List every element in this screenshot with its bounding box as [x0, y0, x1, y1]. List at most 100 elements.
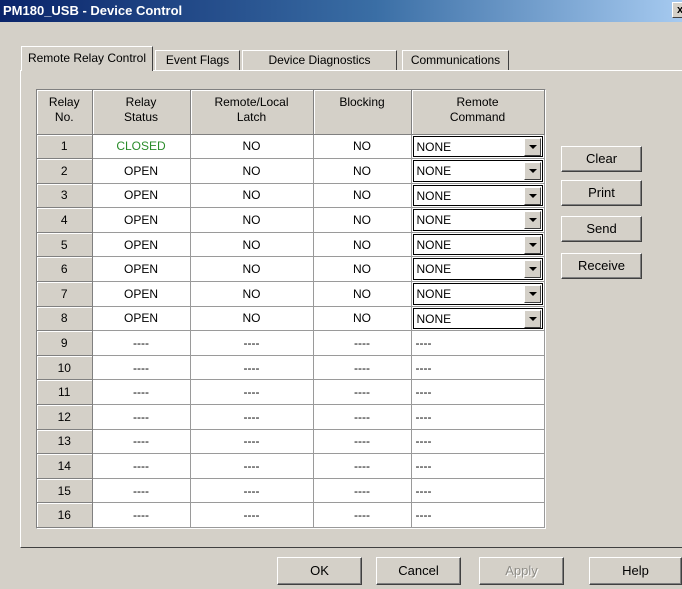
- remote-command-value: NONE: [416, 139, 452, 154]
- tab-device-diagnostics[interactable]: Device Diagnostics: [242, 50, 397, 70]
- latch-cell: ----: [190, 502, 314, 528]
- chevron-down-icon[interactable]: [523, 285, 541, 304]
- window-title-bar: PM180_USB - Device Control x: [0, 0, 682, 22]
- table-row: 10 ---- ---- ---- ----: [37, 355, 545, 381]
- remote-command-cell[interactable]: NONE: [411, 134, 545, 160]
- relay-status-cell: ----: [92, 404, 191, 430]
- cancel-button[interactable]: Cancel: [376, 557, 461, 585]
- blocking-cell: NO: [313, 232, 412, 258]
- remote-command-cell: ----: [411, 478, 545, 504]
- relay-number-cell: 6: [37, 256, 93, 283]
- remote-command-cell[interactable]: NONE: [411, 207, 545, 233]
- chevron-down-icon[interactable]: [523, 309, 541, 328]
- remote-command-value: NONE: [416, 188, 452, 203]
- relay-status-cell: OPEN: [92, 256, 191, 283]
- table-row: 12 ---- ---- ---- ----: [37, 404, 545, 430]
- latch-cell: ----: [190, 355, 314, 381]
- remote-command-select[interactable]: NONE: [412, 160, 543, 182]
- table-row: 11 ---- ---- ---- ----: [37, 379, 545, 406]
- remote-command-cell: ----: [411, 404, 545, 430]
- remote-command-select[interactable]: NONE: [412, 233, 543, 256]
- chevron-down-icon[interactable]: [523, 137, 541, 156]
- remote-command-select[interactable]: NONE: [412, 209, 543, 231]
- remote-command-value: NONE: [416, 262, 452, 277]
- remote-command-select[interactable]: NONE: [412, 184, 543, 207]
- receive-button[interactable]: Receive: [561, 253, 642, 279]
- relay-number-cell: 13: [37, 429, 93, 455]
- remote-command-select[interactable]: NONE: [412, 283, 543, 305]
- remote-command-value: NONE: [416, 213, 452, 228]
- table-row: 2 OPEN NO NO NONE: [37, 158, 545, 184]
- chevron-down-icon[interactable]: [523, 260, 541, 279]
- remote-command-cell[interactable]: NONE: [411, 232, 545, 258]
- table-row: 8 OPEN NO NO NONE: [37, 306, 545, 332]
- header-blocking: Blocking: [313, 90, 412, 135]
- close-window-button[interactable]: x: [672, 2, 682, 18]
- relay-status-cell: ----: [92, 453, 191, 479]
- table-row: 9 ---- ---- ---- ----: [37, 330, 545, 356]
- remote-command-cell[interactable]: NONE: [411, 306, 545, 332]
- remote-command-cell: ----: [411, 429, 545, 455]
- table-row: 14 ---- ---- ---- ----: [37, 453, 545, 479]
- relay-number-cell: 12: [37, 404, 93, 430]
- table-row: 15 ---- ---- ---- ----: [37, 478, 545, 504]
- remote-command-select[interactable]: NONE: [412, 135, 543, 158]
- latch-cell: NO: [190, 158, 314, 184]
- table-row: 16 ---- ---- ---- ----: [37, 502, 545, 528]
- remote-command-select[interactable]: NONE: [412, 307, 543, 330]
- blocking-cell: ----: [313, 502, 412, 528]
- remote-command-value: NONE: [416, 237, 452, 252]
- relay-number-cell: 2: [37, 158, 93, 184]
- relay-status-cell: ----: [92, 330, 191, 356]
- remote-command-cell[interactable]: NONE: [411, 158, 545, 184]
- latch-cell: ----: [190, 429, 314, 455]
- relay-number-cell: 15: [37, 478, 93, 504]
- latch-cell: ----: [190, 478, 314, 504]
- relay-status-cell: OPEN: [92, 207, 191, 233]
- relay-number-cell: 14: [37, 453, 93, 479]
- blocking-cell: NO: [313, 207, 412, 233]
- relay-number-cell: 5: [37, 232, 93, 258]
- remote-command-cell: ----: [411, 379, 545, 406]
- chevron-down-icon[interactable]: [523, 235, 541, 254]
- relay-grid: Relay No. Relay Status Remote/Local Latch B…: [36, 89, 546, 529]
- blocking-cell: NO: [313, 134, 412, 160]
- apply-button[interactable]: Apply: [479, 557, 564, 585]
- latch-cell: ----: [190, 453, 314, 479]
- latch-cell: NO: [190, 306, 314, 332]
- relay-status-cell: OPEN: [92, 232, 191, 258]
- remote-command-cell[interactable]: NONE: [411, 256, 545, 283]
- remote-command-value: NONE: [416, 311, 452, 326]
- blocking-cell: ----: [313, 330, 412, 356]
- help-button[interactable]: Help: [589, 557, 682, 585]
- tab-remote-relay-control[interactable]: Remote Relay Control: [21, 46, 153, 71]
- remote-command-select[interactable]: NONE: [412, 258, 543, 281]
- relay-number-cell: 10: [37, 355, 93, 381]
- blocking-cell: ----: [313, 429, 412, 455]
- remote-command-value: NONE: [416, 164, 452, 179]
- latch-cell: NO: [190, 256, 314, 283]
- table-row: 6 OPEN NO NO NONE: [37, 256, 545, 283]
- table-row: 1 CLOSED NO NO NONE: [37, 134, 545, 160]
- chevron-down-icon[interactable]: [523, 162, 541, 181]
- relay-number-cell: 16: [37, 502, 93, 528]
- blocking-cell: NO: [313, 256, 412, 283]
- ok-button[interactable]: OK: [277, 557, 362, 585]
- latch-cell: NO: [190, 232, 314, 258]
- remote-command-cell[interactable]: NONE: [411, 281, 545, 307]
- tab-event-flags[interactable]: Event Flags: [155, 50, 240, 70]
- chevron-down-icon[interactable]: [523, 211, 541, 230]
- print-button[interactable]: Print: [561, 180, 642, 206]
- remote-command-cell: ----: [411, 330, 545, 356]
- remote-command-value: NONE: [416, 287, 452, 302]
- remote-command-cell[interactable]: NONE: [411, 183, 545, 209]
- clear-button[interactable]: Clear: [561, 146, 642, 172]
- relay-number-cell: 9: [37, 330, 93, 356]
- tab-communications[interactable]: Communications: [402, 50, 509, 70]
- send-button[interactable]: Send: [561, 216, 642, 242]
- blocking-cell: ----: [313, 355, 412, 381]
- latch-cell: NO: [190, 207, 314, 233]
- latch-cell: ----: [190, 404, 314, 430]
- header-remote-command: Remote Command: [411, 90, 545, 135]
- chevron-down-icon[interactable]: [523, 186, 541, 205]
